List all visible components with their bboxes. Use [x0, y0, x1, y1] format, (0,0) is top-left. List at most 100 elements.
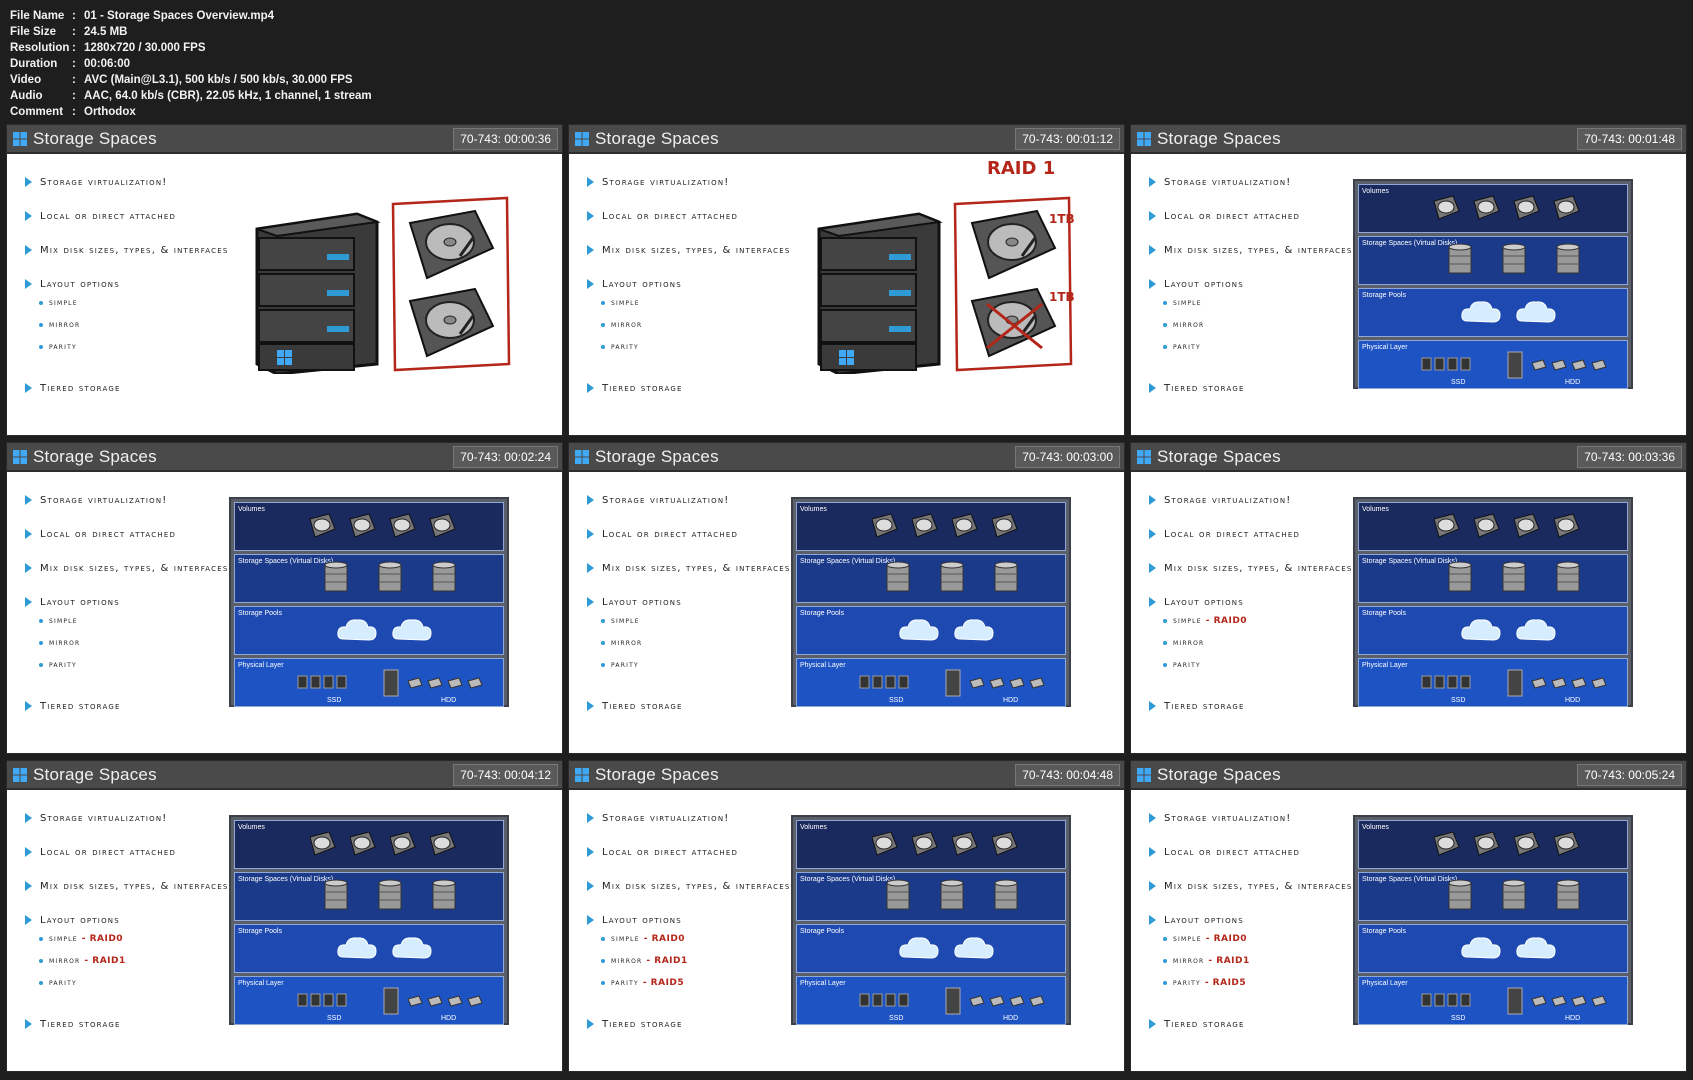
storage-pools-layer: Storage Pools [796, 606, 1066, 655]
bullet-item: Local or direct attached [25, 844, 245, 860]
bullet-triangle-icon [587, 495, 594, 505]
file-info-separator: : [72, 26, 76, 38]
hdd-label: HDD [1565, 379, 1581, 386]
layer-label: Storage Pools [1362, 928, 1406, 935]
video-thumbnail[interactable]: Storage Spaces 70-743: 00:05:24 Storage … [1130, 760, 1687, 1072]
layer-label: Volumes [800, 506, 827, 513]
video-thumbnail[interactable]: Storage Spaces 70-743: 00:02:24 Storage … [6, 442, 563, 754]
virtual-disk-icon [324, 879, 348, 910]
volume-disk-icon [389, 831, 416, 856]
sub-bullet-text: mirror [49, 956, 81, 966]
file-info-value: 00:06:00 [84, 58, 131, 70]
thumbnail-grid: Storage Spaces 70-743: 00:00:36 Storage … [6, 124, 1687, 1074]
bullet-text: Storage virtualization! [602, 494, 730, 506]
sub-bullet-text: simple [611, 298, 640, 308]
video-thumbnail[interactable]: Storage Spaces 70-743: 00:03:00 Storage … [568, 442, 1125, 754]
hdd-label: HDD [1565, 697, 1581, 704]
volumes-layer: Volumes [1358, 502, 1628, 551]
ssd-drive-icon [859, 675, 870, 689]
sub-bullet-text: simple [1173, 934, 1202, 944]
bullet-triangle-icon [587, 1019, 594, 1029]
server-illustration [809, 204, 944, 379]
file-info-separator: : [72, 10, 76, 22]
bullet-triangle-icon [1149, 597, 1156, 607]
file-info-row: Comment: Orthodox [10, 104, 372, 120]
bullet-item: Tiered storage [587, 698, 807, 714]
bullet-item: Layout options [1149, 276, 1369, 292]
storage-stack-diagram: Volumes Storage Spaces (Virtual Disks) S… [1353, 815, 1633, 1025]
video-thumbnail[interactable]: Storage Spaces 70-743: 00:00:36 Storage … [6, 124, 563, 436]
bullet-item: Local or direct attached [587, 208, 807, 224]
bullet-triangle-icon [1149, 279, 1156, 289]
bullet-dot-icon [1163, 323, 1167, 327]
sub-bullet-item: parity [587, 336, 807, 358]
video-thumbnail[interactable]: Storage Spaces 70-743: 00:01:48 Storage … [1130, 124, 1687, 436]
bullet-list: Storage virtualization! Local or direct a… [1149, 174, 1369, 396]
ssd-drive-icon [885, 675, 896, 689]
storage-stack-diagram: Volumes Storage Spaces (Virtual Disks) S… [791, 815, 1071, 1025]
volume-disk-icon [871, 831, 898, 856]
hdd-drive-icon [467, 995, 483, 1007]
sub-bullet-item: mirror [25, 314, 245, 336]
virtual-disk-icon [432, 879, 456, 910]
video-thumbnail[interactable]: Storage Spaces 70-743: 00:03:36 Storage … [1130, 442, 1687, 754]
sub-bullet-item: simple - RAID0 [1149, 928, 1369, 950]
bullet-triangle-icon [1149, 847, 1156, 857]
bullet-item: Tiered storage [587, 1016, 807, 1032]
storage-stack-diagram: Volumes Storage Spaces (Virtual Disks) S… [1353, 179, 1633, 389]
hdd-label: HDD [1003, 1015, 1019, 1022]
sub-bullet-item: parity - RAID5 [587, 972, 807, 994]
timecode-badge: 70-743: 00:04:48 [1015, 764, 1120, 786]
virtual-disks-layer: Storage Spaces (Virtual Disks) [234, 554, 504, 603]
bullet-text: Local or direct attached [1164, 846, 1301, 858]
bullet-text: Tiered storage [602, 1018, 683, 1030]
sub-bullet-text: parity [49, 342, 77, 352]
storage-pools-layer: Storage Pools [1358, 606, 1628, 655]
slide-title: Storage Spaces [1157, 128, 1281, 148]
bullet-item: Storage virtualization! [587, 492, 807, 508]
bullet-dot-icon [601, 959, 605, 963]
video-thumbnail[interactable]: Storage Spaces 70-743: 00:04:48 Storage … [568, 760, 1125, 1072]
jbod-enclosure-icon [1507, 669, 1523, 697]
storage-stack-diagram: Volumes Storage Spaces (Virtual Disks) S… [229, 815, 509, 1025]
sub-bullet-text: mirror [49, 320, 81, 330]
slide-titlebar: Storage Spaces 70-743: 00:03:00 [569, 443, 1124, 472]
hdd-drive-icon [1531, 359, 1547, 371]
hdd-drive-icon [447, 995, 463, 1007]
volumes-layer: Volumes [796, 502, 1066, 551]
video-thumbnail[interactable]: Storage Spaces 70-743: 00:04:12 Storage … [6, 760, 563, 1072]
bullet-triangle-icon [587, 563, 594, 573]
sub-bullet-item: mirror [1149, 314, 1369, 336]
bullet-dot-icon [1163, 981, 1167, 985]
slide-body: Storage virtualization! Local or direct a… [569, 790, 1124, 1071]
bullet-item: Tiered storage [25, 1016, 245, 1032]
bullet-text: Mix disk sizes, types, & interfaces [602, 244, 791, 256]
hdd-label: HDD [1003, 697, 1019, 704]
sub-bullet-text: simple [49, 934, 78, 944]
raid-annotation: - RAID1 [646, 956, 688, 966]
virtual-disk-icon [1502, 561, 1526, 592]
hdd-drive-icon [1009, 677, 1025, 689]
physical-layer: Physical Layer SSD HDD [234, 658, 504, 707]
video-thumbnail[interactable]: Storage Spaces 70-743: 00:01:12 Storage … [568, 124, 1125, 436]
layer-label: Volumes [238, 824, 265, 831]
file-info-row: File Name:01 - Storage Spaces Overview.m… [10, 8, 372, 24]
slide-titlebar: Storage Spaces 70-743: 00:04:12 [7, 761, 562, 790]
ssd-label: SSD [1451, 697, 1466, 704]
layer-label: Volumes [1362, 506, 1389, 513]
hdd-drive-icon [447, 677, 463, 689]
bullet-dot-icon [1163, 301, 1167, 305]
sub-bullet-item: simple - RAID0 [25, 928, 245, 950]
slide-title: Storage Spaces [1157, 446, 1281, 466]
storage-pool-cloud-icon [392, 937, 432, 959]
bullet-text: Local or direct attached [40, 846, 177, 858]
bullet-triangle-icon [25, 211, 32, 221]
bullet-triangle-icon [1149, 211, 1156, 221]
ssd-drive-icon [1460, 993, 1471, 1007]
ssd-drive-icon [1434, 993, 1445, 1007]
virtual-disk-icon [940, 561, 964, 592]
bullet-item: Storage virtualization! [25, 810, 245, 826]
virtual-disk-icon [1448, 243, 1472, 274]
storage-pool-cloud-icon [954, 619, 994, 641]
ssd-drive-icon [885, 993, 896, 1007]
